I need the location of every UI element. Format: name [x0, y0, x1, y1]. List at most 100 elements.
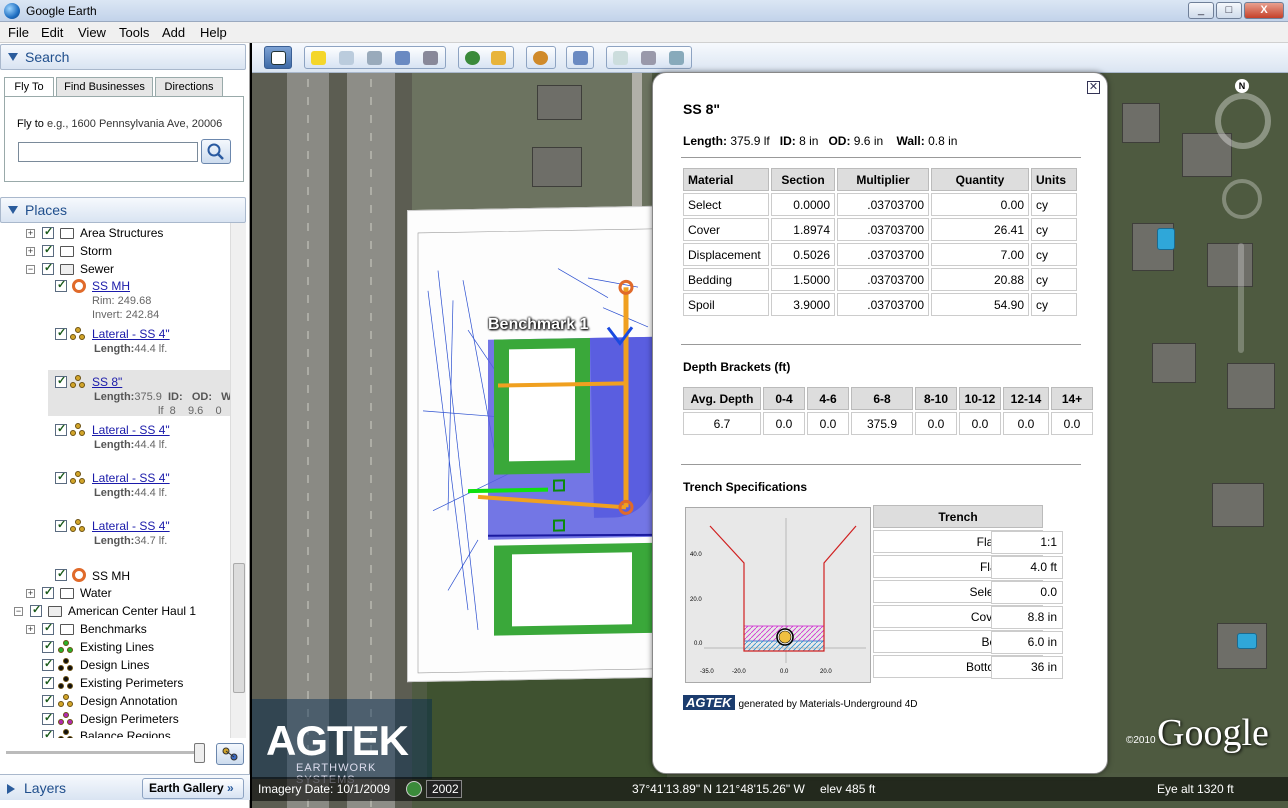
- menu-help[interactable]: Help: [200, 25, 227, 40]
- tab-fly-to[interactable]: Fly To: [4, 77, 54, 98]
- places-panel-header[interactable]: Places: [0, 197, 246, 223]
- imagery-year[interactable]: 2002: [426, 780, 462, 798]
- checkbox[interactable]: [55, 518, 67, 532]
- close-window-button[interactable]: X: [1244, 2, 1284, 19]
- add-polygon-icon[interactable]: [339, 51, 354, 65]
- collapse-icon[interactable]: −: [26, 265, 35, 274]
- tour-slider-knob[interactable]: [194, 743, 205, 763]
- checkbox[interactable]: [42, 621, 54, 635]
- expand-icon[interactable]: +: [26, 229, 35, 238]
- places-scrollbar[interactable]: [230, 223, 246, 738]
- checkbox[interactable]: [55, 567, 67, 581]
- tree-item-design-perimeters[interactable]: Design Perimeters: [0, 711, 230, 729]
- places-header-label: Places: [25, 202, 68, 218]
- site-plan-overlay[interactable]: [407, 205, 653, 683]
- expand-icon[interactable]: +: [26, 247, 35, 256]
- tree-item-water[interactable]: + Water: [0, 585, 230, 603]
- tree-link[interactable]: Lateral - SS 4": [92, 519, 170, 533]
- tree-item-benchmarks[interactable]: + Benchmarks: [0, 621, 230, 639]
- tree-link[interactable]: SS 8": [92, 375, 122, 389]
- tree-link[interactable]: Lateral - SS 4": [92, 423, 170, 437]
- checkbox[interactable]: [55, 326, 67, 340]
- search-button[interactable]: [201, 139, 231, 164]
- compass-ring-icon[interactable]: [1215, 93, 1271, 149]
- tree-item-lateral[interactable]: Lateral - SS 4": [0, 326, 230, 344]
- menu-file[interactable]: File: [8, 25, 29, 40]
- tree-item-design-lines[interactable]: Design Lines: [0, 657, 230, 675]
- checkbox[interactable]: [42, 225, 54, 239]
- tree-item-storm[interactable]: + Storm: [0, 243, 230, 261]
- tab-find-businesses[interactable]: Find Businesses: [56, 77, 153, 97]
- checkbox[interactable]: [42, 693, 54, 707]
- tree-item-lateral[interactable]: Lateral - SS 4": [0, 518, 230, 536]
- ruler-button[interactable]: [566, 46, 594, 69]
- menu-view[interactable]: View: [78, 25, 106, 40]
- tree-item-ss-mh[interactable]: SS MH: [0, 567, 230, 585]
- print-icon[interactable]: [641, 51, 656, 65]
- tree-item-area-structures[interactable]: + Area Structures: [0, 225, 230, 243]
- save-image-icon[interactable]: [669, 51, 684, 65]
- maximize-button[interactable]: □: [1216, 2, 1242, 19]
- play-tour-button[interactable]: [216, 743, 244, 765]
- tree-item-sewer[interactable]: − Sewer: [0, 261, 230, 279]
- tour-slider-track[interactable]: [6, 751, 202, 754]
- scrollbar-thumb[interactable]: [233, 563, 245, 693]
- map-view[interactable]: Benchmark 1 N AGTEK EARTHWORK SYSTEMS ©2…: [252, 43, 1288, 808]
- tree-item-lateral[interactable]: Lateral - SS 4": [0, 422, 230, 440]
- checkbox[interactable]: [42, 728, 54, 738]
- checkbox[interactable]: [42, 675, 54, 689]
- expand-icon[interactable]: +: [26, 625, 35, 634]
- tree-link[interactable]: Lateral - SS 4": [92, 471, 170, 485]
- checkbox[interactable]: [42, 639, 54, 653]
- record-tour-icon[interactable]: [423, 51, 438, 65]
- sidebar-icon: [271, 51, 286, 65]
- layers-panel-header[interactable]: Layers Earth Gallery »: [0, 774, 250, 800]
- tree-item-american-center-haul[interactable]: − American Center Haul 1: [0, 603, 230, 621]
- checkbox[interactable]: [55, 278, 67, 292]
- planets-button[interactable]: [526, 46, 556, 69]
- earth-gallery-button[interactable]: Earth Gallery »: [142, 778, 244, 799]
- line-group-icon: [70, 375, 86, 389]
- checkbox[interactable]: [55, 422, 67, 436]
- tree-item-ss-8[interactable]: SS 8": [0, 374, 230, 392]
- tab-directions[interactable]: Directions: [155, 77, 223, 97]
- collapse-icon[interactable]: −: [14, 607, 23, 616]
- sun-icon[interactable]: [491, 51, 506, 65]
- sidebar-toggle-button[interactable]: [264, 46, 292, 69]
- menu-edit[interactable]: Edit: [41, 25, 63, 40]
- close-balloon-button[interactable]: ✕: [1087, 81, 1100, 94]
- historical-imagery-clock-icon[interactable]: [406, 781, 422, 797]
- navigation-controls[interactable]: N: [1210, 79, 1280, 383]
- add-placemark-icon[interactable]: [311, 51, 326, 65]
- expand-icon[interactable]: +: [26, 589, 35, 598]
- tree-item-design-annotation[interactable]: Design Annotation: [0, 693, 230, 711]
- checkbox[interactable]: [55, 374, 67, 388]
- tree-link[interactable]: SS MH: [92, 279, 130, 293]
- checkbox[interactable]: [42, 243, 54, 257]
- zoom-slider[interactable]: [1238, 243, 1244, 353]
- email-icon[interactable]: [613, 51, 628, 65]
- add-path-icon[interactable]: [367, 51, 382, 65]
- tree-item-existing-perimeters[interactable]: Existing Perimeters: [0, 675, 230, 693]
- fly-to-input[interactable]: [18, 142, 198, 162]
- checkbox[interactable]: [30, 603, 42, 617]
- tree-item-balance-regions[interactable]: Balance Regions: [0, 728, 230, 738]
- tree-item-ss-mh[interactable]: SS MH: [0, 278, 230, 296]
- move-joystick-icon[interactable]: [1222, 179, 1262, 219]
- checkbox[interactable]: [42, 585, 54, 599]
- checkbox[interactable]: [55, 470, 67, 484]
- historical-imagery-icon[interactable]: [465, 51, 480, 65]
- search-panel-header[interactable]: Search: [0, 44, 246, 70]
- checkbox[interactable]: [42, 711, 54, 725]
- tree-item-lateral[interactable]: Lateral - SS 4": [0, 470, 230, 488]
- north-indicator[interactable]: N: [1235, 79, 1249, 93]
- tree-item-existing-lines[interactable]: Existing Lines: [0, 639, 230, 657]
- minimize-button[interactable]: _: [1188, 2, 1214, 19]
- folder-icon: [60, 228, 74, 239]
- image-overlay-icon[interactable]: [395, 51, 410, 65]
- checkbox[interactable]: [42, 657, 54, 671]
- menu-add[interactable]: Add: [162, 25, 185, 40]
- checkbox[interactable]: [42, 261, 54, 275]
- tree-link[interactable]: Lateral - SS 4": [92, 327, 170, 341]
- menu-tools[interactable]: Tools: [119, 25, 149, 40]
